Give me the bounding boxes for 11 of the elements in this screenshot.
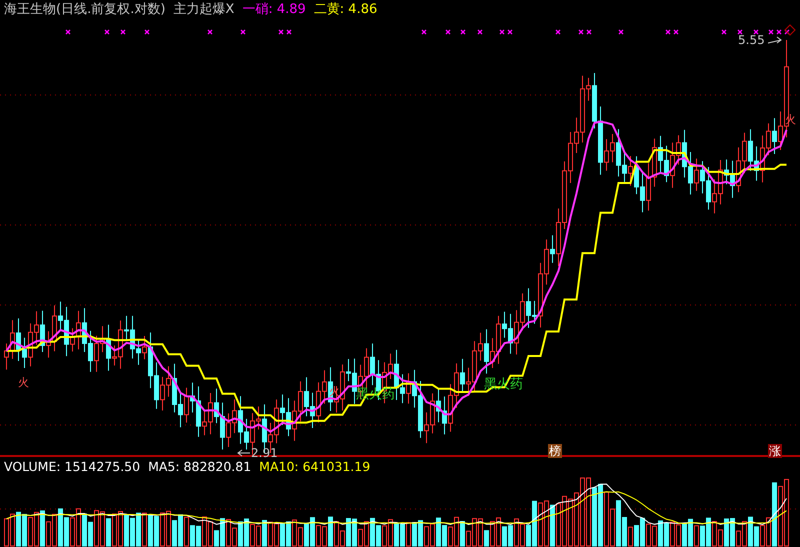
indicator-value: 二黄: 4.86 — [314, 1, 378, 19]
indicator-name: 主力起爆X — [173, 1, 234, 19]
badge-label: 涨 — [768, 444, 782, 458]
volume-value: MA5: 882820.81 — [148, 458, 252, 475]
volume-value: VOLUME: 1514275.50 — [4, 458, 140, 475]
volume-value: MA10: 641031.19 — [259, 458, 370, 475]
badge-label: 榜 — [548, 444, 562, 458]
indicator-value: 一硝: 4.89 — [242, 1, 306, 19]
price-label: 5.55 — [738, 34, 765, 46]
fire-mark: 火 — [18, 377, 29, 388]
chart-title: 海王生物(日线.前复权.对数) — [4, 1, 166, 19]
